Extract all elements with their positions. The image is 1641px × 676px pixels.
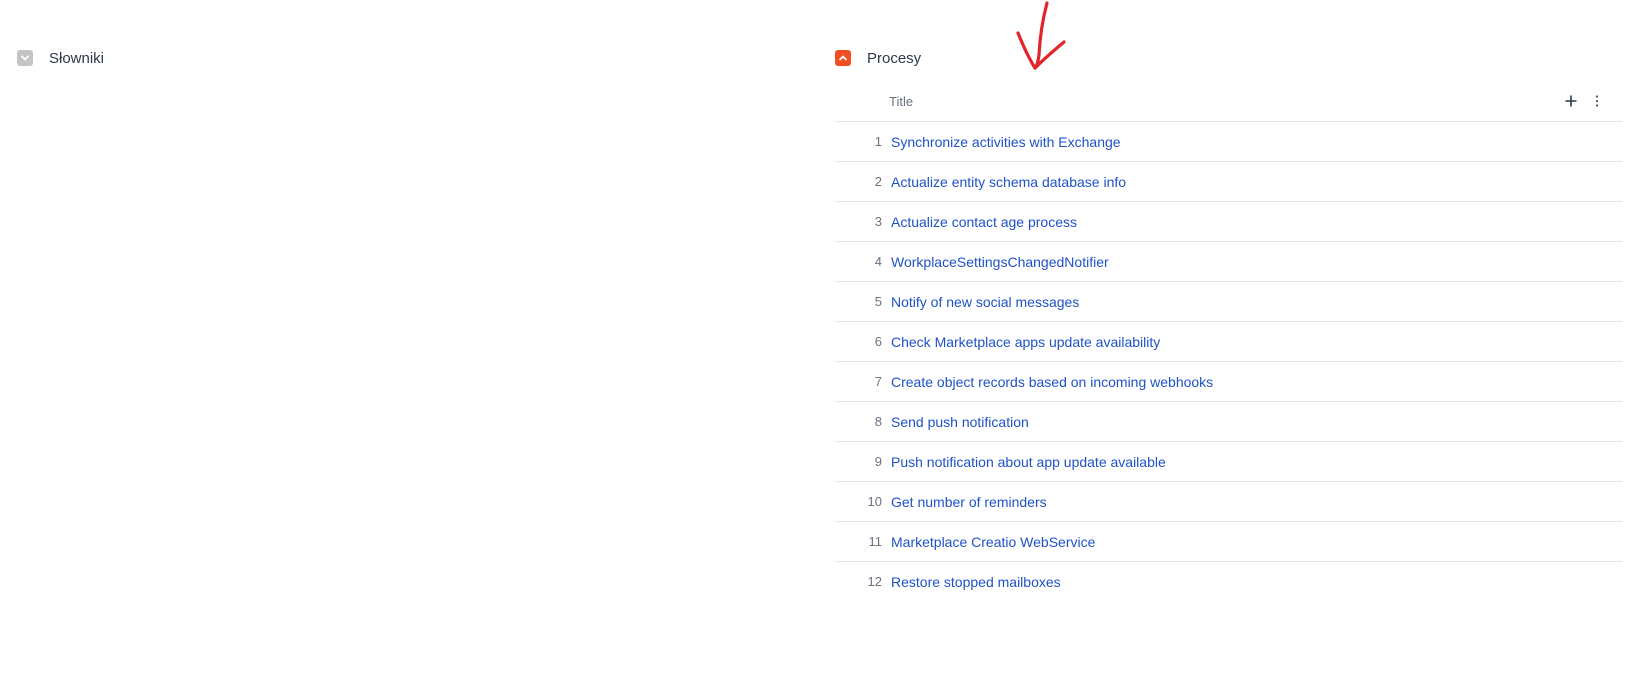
row-number: 3 <box>874 214 882 229</box>
row-title-link[interactable]: Synchronize activities with Exchange <box>891 134 1121 150</box>
table-row[interactable]: 12 Restore stopped mailboxes <box>835 562 1622 601</box>
table-row[interactable]: 8 Send push notification <box>835 402 1622 442</box>
row-number: 5 <box>874 294 882 309</box>
table-row[interactable]: 4 WorkplaceSettingsChangedNotifier <box>835 242 1622 282</box>
row-number: 11 <box>868 534 883 549</box>
table-row[interactable]: 5 Notify of new social messages <box>835 282 1622 322</box>
table-row[interactable]: 10 Get number of reminders <box>835 482 1622 522</box>
column-header-title[interactable]: Title <box>889 94 913 109</box>
row-title-link[interactable]: Actualize entity schema database info <box>891 174 1126 190</box>
table-row[interactable]: 9 Push notification about app update ava… <box>835 442 1622 482</box>
plus-icon[interactable] <box>1563 93 1579 109</box>
row-number: 1 <box>874 134 882 149</box>
chevron-down-icon[interactable] <box>17 50 33 66</box>
row-title-link[interactable]: Restore stopped mailboxes <box>891 574 1061 590</box>
vertical-dots-icon[interactable] <box>1589 93 1605 109</box>
row-title-link[interactable]: Notify of new social messages <box>891 294 1079 310</box>
row-number: 12 <box>867 574 882 589</box>
row-number: 7 <box>874 374 882 389</box>
row-title-link[interactable]: Check Marketplace apps update availabili… <box>891 334 1160 350</box>
grid-header: Title <box>835 81 1622 122</box>
row-title-link[interactable]: Send push notification <box>891 414 1029 430</box>
table-row[interactable]: 1 Synchronize activities with Exchange <box>835 122 1622 162</box>
row-title-link[interactable]: WorkplaceSettingsChangedNotifier <box>891 254 1109 270</box>
row-title-link[interactable]: Create object records based on incoming … <box>891 374 1213 390</box>
row-title-link[interactable]: Actualize contact age process <box>891 214 1077 230</box>
section-title-procesy: Procesy <box>867 49 922 67</box>
row-number: 4 <box>874 254 882 269</box>
section-header-slowniki[interactable]: Słowniki <box>17 48 104 68</box>
chevron-up-icon[interactable] <box>835 50 851 66</box>
row-number: 8 <box>874 414 882 429</box>
row-number: 6 <box>874 334 882 349</box>
row-number: 10 <box>867 494 882 509</box>
table-row[interactable]: 7 Create object records based on incomin… <box>835 362 1622 402</box>
table-row[interactable]: 2 Actualize entity schema database info <box>835 162 1622 202</box>
table-row[interactable]: 11 Marketplace Creatio WebService <box>835 522 1622 562</box>
row-number: 2 <box>874 174 882 189</box>
processes-grid: Title 1 Synchronize activities with Exch… <box>835 81 1622 601</box>
grid-header-actions <box>1563 93 1605 109</box>
hand-drawn-arrow-icon <box>1016 1 1066 70</box>
table-row[interactable]: 6 Check Marketplace apps update availabi… <box>835 322 1622 362</box>
row-title-link[interactable]: Push notification about app update avail… <box>891 454 1166 470</box>
section-title-slowniki: Słowniki <box>49 49 105 67</box>
row-title-link[interactable]: Get number of reminders <box>891 494 1047 510</box>
row-number: 9 <box>874 454 882 469</box>
row-title-link[interactable]: Marketplace Creatio WebService <box>891 534 1095 550</box>
section-header-procesy[interactable]: Procesy <box>835 48 921 68</box>
table-row[interactable]: 3 Actualize contact age process <box>835 202 1622 242</box>
